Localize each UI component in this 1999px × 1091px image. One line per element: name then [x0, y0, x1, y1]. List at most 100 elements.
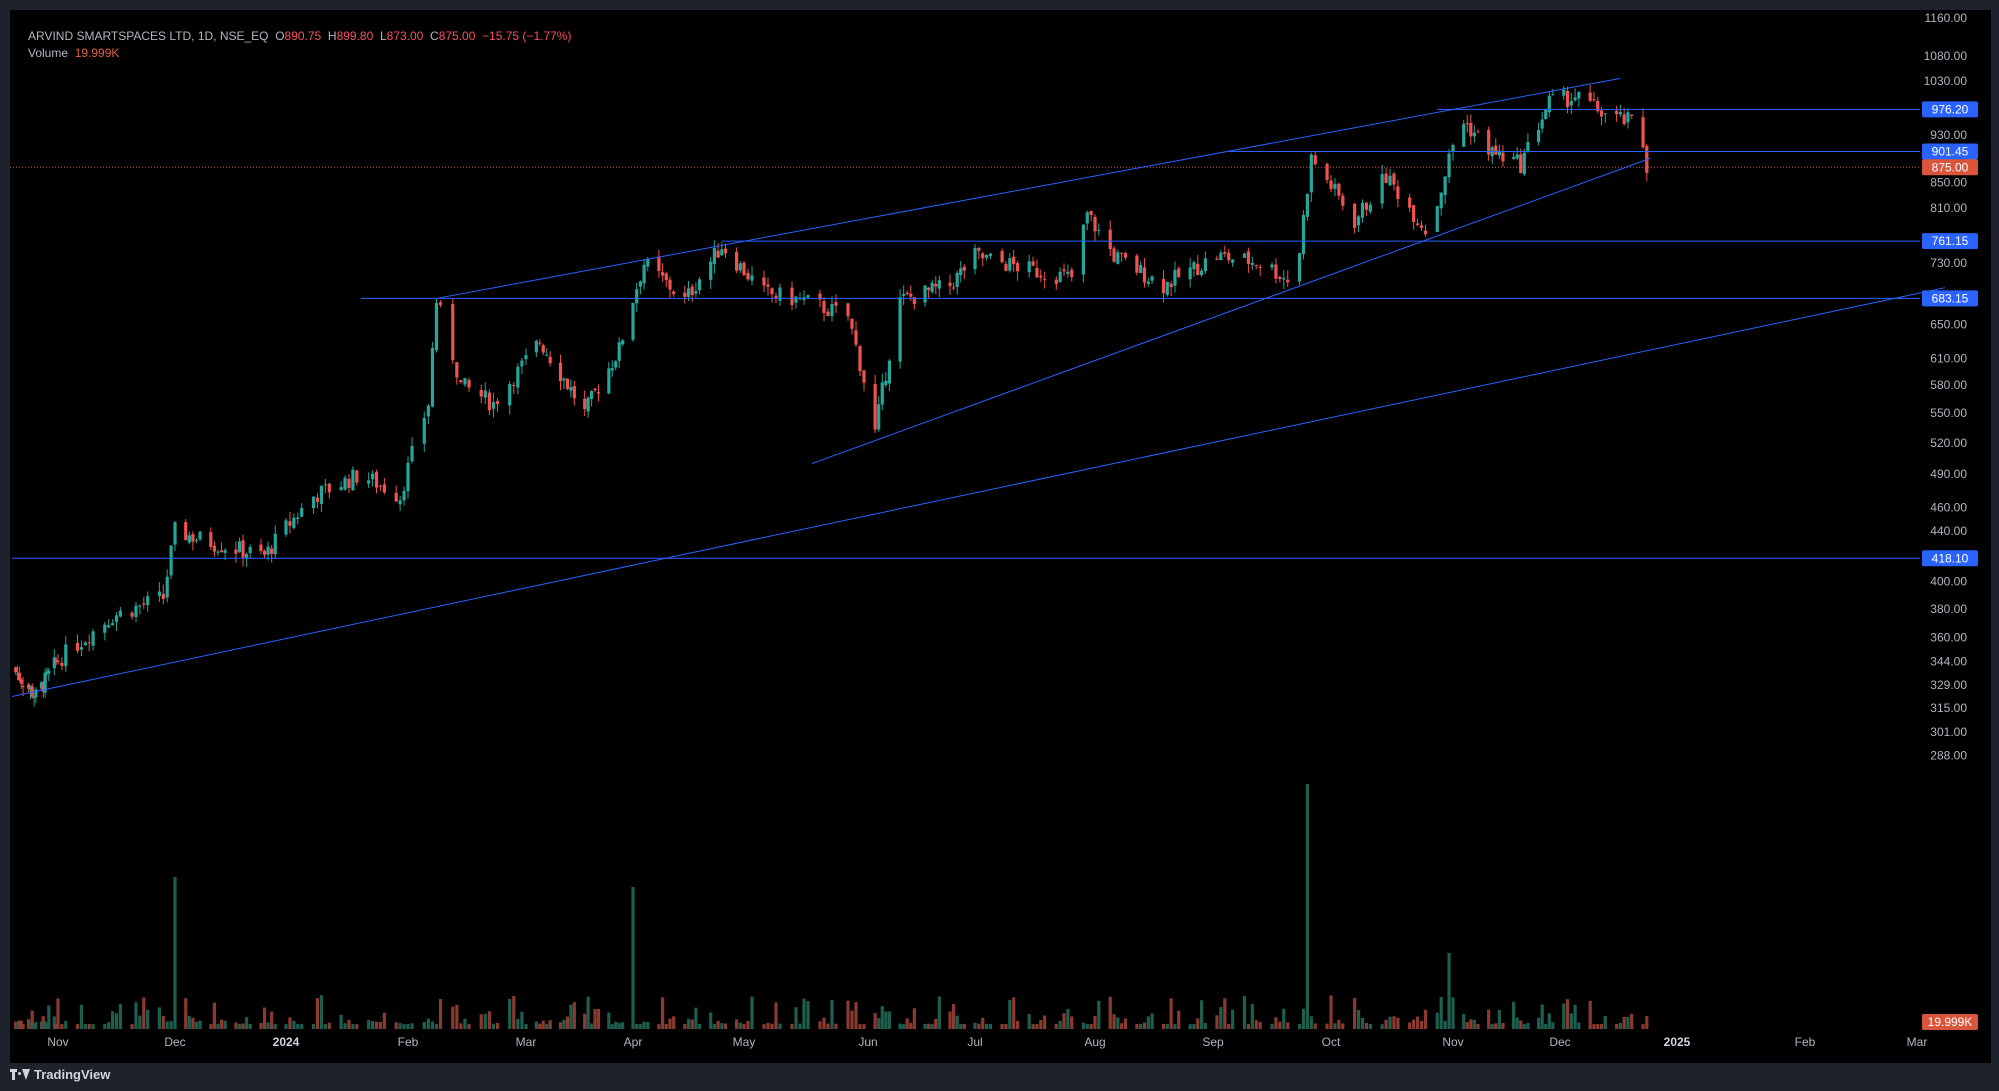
volume-bar	[524, 1024, 528, 1029]
y-tick-label: 850.00	[1930, 176, 1967, 190]
candle-body	[750, 275, 754, 281]
candle-body	[642, 264, 646, 284]
candle-body	[1231, 259, 1235, 263]
volume-bar	[1360, 1017, 1365, 1029]
volume-bar	[319, 995, 324, 1029]
volume-bar	[1615, 1024, 1619, 1029]
candle-body	[614, 361, 618, 368]
volume-bar	[572, 1002, 576, 1029]
candle-body	[937, 280, 941, 289]
candle-body	[219, 550, 224, 553]
candle-body	[610, 368, 614, 371]
volume-bar	[191, 1017, 195, 1029]
candle-body	[1004, 263, 1008, 271]
volume-bar	[467, 1024, 471, 1029]
chart-frame[interactable]: 1160.00 1080.00 1030.00 930.00 850.00 810.00 7…	[10, 10, 1991, 1063]
candle-body	[1309, 154, 1313, 193]
volume-bar	[1573, 1004, 1577, 1029]
candle-body	[1142, 267, 1147, 283]
candle-body	[1476, 131, 1480, 133]
candle-body	[720, 249, 724, 256]
candle-body	[709, 261, 713, 280]
candle-body	[1035, 267, 1039, 278]
candle-body	[311, 496, 316, 509]
volume-bar	[887, 1011, 891, 1029]
candle-body	[746, 272, 750, 280]
volume-bar	[173, 877, 177, 1029]
volume-row: Volume 19.999K	[28, 45, 571, 62]
volume-bar	[34, 1022, 38, 1029]
candle-body	[1242, 253, 1247, 258]
candle-body	[794, 296, 798, 303]
open-value: 890.75	[284, 29, 322, 43]
volume-bar	[562, 1019, 566, 1029]
tradingview-branding[interactable]: TradingView	[10, 1067, 110, 1082]
volume-bar	[1337, 1019, 1341, 1029]
volume-bar	[1537, 1017, 1541, 1029]
chart-canvas[interactable]: 1160.00 1080.00 1030.00 930.00 850.00 810.00 7…	[10, 10, 1991, 1063]
volume-bar	[273, 1024, 277, 1029]
candle-body	[1526, 141, 1530, 153]
volume-bar	[1522, 1024, 1526, 1029]
candle-body	[209, 532, 213, 547]
candle-body	[1116, 252, 1120, 264]
candle-body	[657, 257, 661, 271]
volume-bar	[187, 1015, 191, 1029]
candle-body	[1062, 269, 1066, 272]
candle-body	[339, 487, 343, 490]
candle-body	[985, 255, 989, 258]
candle-body	[270, 548, 274, 554]
y-tick-label: 440.00	[1930, 524, 1967, 538]
volume-bar	[262, 1007, 267, 1029]
candle-body	[351, 469, 355, 491]
volume-bar	[1301, 1008, 1306, 1029]
level-price-label: 418.10	[1932, 551, 1969, 565]
volume-bar	[1626, 1016, 1630, 1029]
volume-bar	[538, 1023, 542, 1029]
high-value: 899.80	[336, 29, 374, 43]
candle-body	[661, 272, 665, 276]
volume-bar	[709, 1012, 713, 1029]
candle-body	[1227, 252, 1231, 261]
candle-body	[347, 478, 351, 488]
volume-bar	[146, 1009, 150, 1029]
candle-body	[508, 384, 512, 406]
candle-body	[735, 252, 739, 271]
volume-bar	[1223, 998, 1227, 1029]
volume-bar	[194, 1021, 199, 1029]
candle-body	[1356, 216, 1361, 226]
volume-bar	[339, 1014, 343, 1029]
volume-bar	[483, 1013, 487, 1029]
candle-body	[212, 545, 216, 552]
volume-bar	[1547, 1013, 1551, 1029]
x-tick-label: Nov	[1442, 1035, 1463, 1049]
candle-body	[1333, 183, 1337, 189]
volume-bar	[1150, 1013, 1154, 1029]
volume-bar	[60, 1024, 64, 1029]
volume-bar	[1070, 1016, 1074, 1029]
candle-body	[1472, 132, 1476, 137]
candle-body	[1573, 97, 1577, 101]
y-tick-label: 1030.00	[1924, 74, 1968, 88]
candle-body	[1199, 270, 1204, 276]
volume-bar	[1645, 1016, 1649, 1029]
volume-bar	[657, 1024, 661, 1029]
candle-body	[216, 551, 220, 553]
volume-bar	[1142, 1022, 1147, 1029]
volume-bar	[1325, 1023, 1329, 1029]
candle-body	[83, 642, 87, 646]
volume-bar	[347, 1019, 351, 1029]
volume-bar	[698, 1023, 702, 1029]
trend-line[interactable]	[811, 157, 1651, 465]
candle-body	[1219, 252, 1223, 261]
candle-body	[1415, 223, 1420, 225]
volume-bar	[91, 1024, 95, 1029]
candle-body	[880, 382, 884, 405]
volume-bar	[1027, 1014, 1031, 1029]
candle-body	[19, 679, 23, 684]
trend-line[interactable]	[11, 287, 1946, 698]
volume-bar	[884, 1011, 888, 1029]
volume-bar	[410, 1023, 414, 1029]
candle-body	[698, 279, 702, 291]
volume-bar	[1333, 1023, 1337, 1029]
